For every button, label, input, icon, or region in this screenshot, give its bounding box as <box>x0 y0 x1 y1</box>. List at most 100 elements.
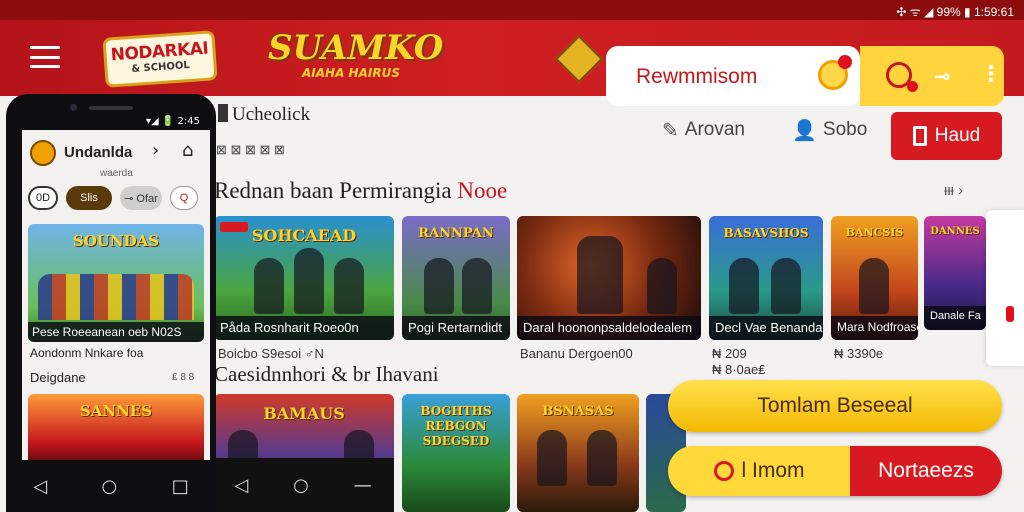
app-icon[interactable] <box>30 140 56 166</box>
primary-action-button[interactable]: Haud <box>891 112 1002 160</box>
character-figure <box>771 258 801 314</box>
see-all-link[interactable]: ᵻᵻᵻ › <box>944 182 963 199</box>
game-card-logo: RANNPAN <box>418 226 494 241</box>
section-title-main: Rednan baan Permirangia <box>214 178 458 203</box>
tag-icon[interactable]: ⊸ <box>934 64 951 88</box>
chip-q[interactable]: Q <box>170 186 198 210</box>
minimize-icon[interactable]: — <box>354 475 372 496</box>
phone-screen: Undanlda › ⌂ waerda 0D Slis ⊸ Ofar Q SOU… <box>22 130 210 460</box>
cta-primary-button[interactable]: Tomlam Beseeal <box>668 380 1002 432</box>
game-card[interactable]: SOHCAEAD Påda Rosnharit Roeo0n <box>214 216 394 340</box>
scroll-thumb[interactable] <box>1006 306 1014 322</box>
menu-icon[interactable] <box>30 46 60 68</box>
chip-ofar[interactable]: ⊸ Ofar <box>120 186 162 210</box>
character-figure <box>424 258 454 314</box>
game-card[interactable]: BOGHTHS REBGON SDEGSED <box>402 394 510 512</box>
person-icon: 👤 <box>792 118 817 142</box>
mic-icon[interactable] <box>818 55 852 90</box>
search-input[interactable]: Rewmmisom <box>636 65 757 89</box>
toolbar-action-label: Arovan <box>684 119 745 140</box>
phone-nav-bar: ◁ ○ □ <box>6 460 216 512</box>
header-actions: ⊸ ⋮ <box>860 46 1004 106</box>
game-card-logo: BSNASAS <box>542 404 614 419</box>
game-card-caption: Pogi Rertarndidt <box>402 316 510 340</box>
game-card-meta: ₦ 3390e <box>834 346 884 361</box>
back-icon[interactable]: ◁ <box>234 475 248 496</box>
game-card[interactable]: BSNASAS <box>517 394 639 512</box>
home-icon[interactable]: ○ <box>102 476 118 497</box>
ring-icon <box>713 461 734 481</box>
game-card-logo: DANNES <box>930 226 980 237</box>
game-card[interactable]: BASAVSHOS Decl Vae Benandan <box>709 216 823 340</box>
game-card-meta: Bananu Dergoen00 <box>520 346 633 361</box>
back-icon[interactable]: ◁ <box>33 476 47 497</box>
user-icon[interactable] <box>886 62 918 92</box>
more-icon[interactable]: ⋮ <box>980 62 1002 87</box>
phone-device: ▾◢ 🔋 2:45 Undanlda › ⌂ waerda 0D Slis ⊸ … <box>6 94 216 512</box>
status-indicators: ✣ ᯤ ◢ 99% ▮ 1:59:61 <box>896 5 1014 19</box>
game-card-logo: BANCSIS <box>845 226 904 239</box>
breadcrumb[interactable]: Ucheolick <box>218 104 310 126</box>
scroll-track[interactable] <box>986 210 1024 366</box>
phone-game-card-logo: SANNES <box>79 402 153 420</box>
game-card[interactable]: BANCSIS Mara Nodfroaseda <box>831 216 918 340</box>
toolbar-action-arovan[interactable]: ✎ Arovan <box>662 118 745 142</box>
game-card-logo: BASAVSHOS <box>723 226 809 240</box>
breadcrumb-sub: ⊠ ⊠ ⊠ ⊠ ⊠ <box>216 142 285 157</box>
phone-app-sub: waerda <box>100 168 133 179</box>
phone-game-card-caption: Pese Roeeanean oeb N02S <box>28 322 204 342</box>
search-bar[interactable]: Rewmmisom <box>606 46 860 106</box>
speaker-grille <box>89 106 133 110</box>
featured-logo-subtitle: AIAHA HAIRUS <box>302 66 400 80</box>
game-card-logo: BOGHTHS REBGON SDEGSED <box>420 404 492 448</box>
game-card[interactable]: Daral hoononpsaldelodealem <box>517 216 701 340</box>
character-figure <box>729 258 759 314</box>
home-icon[interactable]: ○ <box>293 475 309 496</box>
phone-meta-sub: Deigdane <box>30 370 86 385</box>
breadcrumb-label: Ucheolick <box>232 104 311 125</box>
cta-secondary-left[interactable]: l Imom <box>668 446 850 496</box>
character-figure <box>577 236 623 314</box>
recents-icon[interactable]: □ <box>172 476 189 497</box>
section-title: Rednan baan Permirangia Nooe <box>214 178 507 204</box>
game-card-caption: Daral hoononpsaldelodealem <box>517 316 701 340</box>
home-icon[interactable]: ⌂ <box>182 140 193 161</box>
character-figure <box>254 258 284 314</box>
primary-action-label: Haud <box>934 125 981 146</box>
character-figure <box>462 258 492 314</box>
featured-logo-title: SUAMKO <box>268 28 444 68</box>
phone-status: ▾◢ 🔋 2:45 <box>146 116 200 127</box>
phone-game-card-2[interactable]: SANNES <box>28 394 204 460</box>
character-figure <box>859 258 889 314</box>
device-icon <box>912 126 927 146</box>
forward-icon[interactable]: › <box>152 140 159 161</box>
chip-0d[interactable]: 0D <box>28 186 58 210</box>
status-bar: ✣ ᯤ ◢ 99% ▮ 1:59:61 <box>0 0 1024 20</box>
cta-secondary-button[interactable]: l Imom Nortaeezs <box>668 446 1002 496</box>
game-card-caption: Decl Vae Benandan <box>709 316 823 340</box>
character-figure <box>334 258 364 314</box>
game-card-logo: SOHCAEAD <box>251 226 357 245</box>
brand-logo[interactable]: NODARKAI & SCHOOL <box>102 30 218 88</box>
cta-secondary-right[interactable]: Nortaeezs <box>850 446 1002 496</box>
section-title-accent: Nooe <box>457 178 508 203</box>
game-card-caption: Påda Rosnharit Roeo0n <box>214 316 394 340</box>
game-card-caption: Danale Fa <box>924 306 986 330</box>
phone-app-name: Undanlda <box>64 144 133 161</box>
toolbar-action-label: Sobo <box>822 119 868 140</box>
game-card[interactable]: DANNES Danale Fa <box>924 216 986 330</box>
game-card-meta: ₦ 209 ₦ 8·0ae₤ <box>712 346 766 377</box>
game-card-caption: Mara Nodfroaseda <box>831 316 918 340</box>
game-card[interactable]: RANNPAN Pogi Rertarndidt <box>402 216 510 340</box>
featured-game-logo[interactable]: SUAMKO AIAHA HAIRUS <box>268 28 448 92</box>
toolbar-action-sobo[interactable]: 👤 Sobo <box>792 118 867 142</box>
phone-game-card[interactable]: SOUNDAS Pese Roeeanean oeb N02S <box>28 224 204 342</box>
chip-slis[interactable]: Slis <box>66 186 112 210</box>
cta-secondary-left-label: l Imom <box>741 459 805 482</box>
character-group <box>38 274 194 320</box>
emblem-icon <box>554 34 604 84</box>
door-icon <box>218 104 228 122</box>
character-figure <box>294 248 324 314</box>
section-title-2: Caesidnnhori & br Ihavani <box>214 362 439 386</box>
phone-meta-price: ₤ 8 8 <box>172 372 195 383</box>
